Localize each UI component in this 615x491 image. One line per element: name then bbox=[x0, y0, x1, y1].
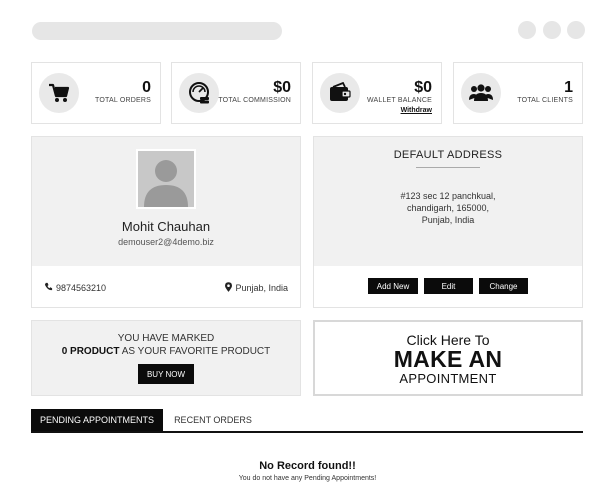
add-new-address-button[interactable]: Add New bbox=[368, 278, 418, 294]
profile-location: Punjab, India bbox=[225, 282, 288, 294]
stat-card-wallet: $0 WALLET BALANCE Withdraw bbox=[312, 62, 442, 124]
window-dot-1[interactable] bbox=[518, 21, 536, 39]
address-divider bbox=[416, 167, 480, 168]
appointment-line-2: MAKE AN bbox=[393, 346, 503, 372]
phone-icon bbox=[44, 282, 53, 293]
tab-pending-appointments[interactable]: PENDING APPOINTMENTS bbox=[31, 409, 163, 431]
commission-icon bbox=[179, 73, 219, 113]
avatar bbox=[136, 149, 196, 209]
stat-label: WALLET BALANCE bbox=[366, 97, 432, 104]
stat-card-commission: $0 TOTAL COMMISSION bbox=[171, 62, 301, 124]
favorites-panel: YOU HAVE MARKED 0 PRODUCT AS YOUR FAVORI… bbox=[31, 320, 301, 396]
profile-panel: Mohit Chauhan demouser2@4demo.biz 987456… bbox=[31, 136, 301, 308]
appointment-line-3: APPOINTMENT bbox=[399, 371, 497, 386]
address-title: DEFAULT ADDRESS bbox=[393, 149, 503, 161]
tab-recent-orders[interactable]: RECENT ORDERS bbox=[163, 409, 263, 431]
stat-card-clients: 1 TOTAL CLIENTS bbox=[453, 62, 583, 124]
profile-phone: 9874563210 bbox=[44, 282, 106, 293]
edit-address-button[interactable]: Edit bbox=[424, 278, 473, 294]
address-line-3: Punjab, India bbox=[421, 215, 475, 225]
address-panel: DEFAULT ADDRESS #123 sec 12 panchkual, c… bbox=[313, 136, 583, 308]
profile-header: Mohit Chauhan demouser2@4demo.biz bbox=[32, 137, 300, 266]
change-address-button[interactable]: Change bbox=[479, 278, 528, 294]
users-icon bbox=[461, 73, 501, 113]
stat-value: 0 bbox=[142, 79, 151, 96]
map-marker-icon bbox=[225, 282, 233, 294]
stat-label: TOTAL ORDERS bbox=[95, 97, 151, 104]
cart-icon bbox=[39, 73, 79, 113]
favorites-line-1: YOU HAVE MARKED bbox=[117, 333, 215, 344]
stat-label: TOTAL CLIENTS bbox=[517, 97, 573, 104]
phone-number: 9874563210 bbox=[56, 282, 107, 293]
window-dot-3[interactable] bbox=[567, 21, 585, 39]
wallet-icon bbox=[320, 73, 360, 113]
favorites-line-2: 0 PRODUCT AS YOUR FAVORITE PRODUCT bbox=[32, 346, 300, 357]
withdraw-link[interactable]: Withdraw bbox=[401, 107, 432, 114]
profile-email: demouser2@4demo.biz bbox=[118, 237, 214, 247]
location-text: Punjab, India bbox=[235, 283, 288, 293]
buy-now-button[interactable]: BUY NOW bbox=[138, 364, 194, 384]
make-appointment-card[interactable]: Click Here To MAKE AN APPOINTMENT bbox=[313, 320, 583, 396]
empty-state-subtitle: You do not have any Pending Appointments… bbox=[238, 475, 377, 482]
stat-value: $0 bbox=[414, 79, 432, 96]
empty-state-title: No Record found!! bbox=[259, 460, 356, 472]
address-header: DEFAULT ADDRESS #123 sec 12 panchkual, c… bbox=[314, 137, 582, 266]
favorites-line-2-rest: AS YOUR FAVORITE PRODUCT bbox=[119, 346, 271, 357]
stat-label: TOTAL COMMISSION bbox=[218, 97, 291, 104]
tab-bar: PENDING APPOINTMENTS RECENT ORDERS bbox=[31, 409, 583, 433]
address-line-2: chandigarh, 165000, bbox=[406, 203, 490, 213]
stat-value: 1 bbox=[564, 79, 573, 96]
stat-value: $0 bbox=[273, 79, 291, 96]
profile-name: Mohit Chauhan bbox=[121, 219, 211, 234]
top-search-bar[interactable] bbox=[32, 22, 282, 40]
window-dot-2[interactable] bbox=[543, 21, 561, 39]
address-line-1: #123 sec 12 panchkual, bbox=[400, 191, 496, 201]
stat-card-orders: 0 TOTAL ORDERS bbox=[31, 62, 161, 124]
favorites-count: 0 PRODUCT bbox=[61, 346, 120, 357]
